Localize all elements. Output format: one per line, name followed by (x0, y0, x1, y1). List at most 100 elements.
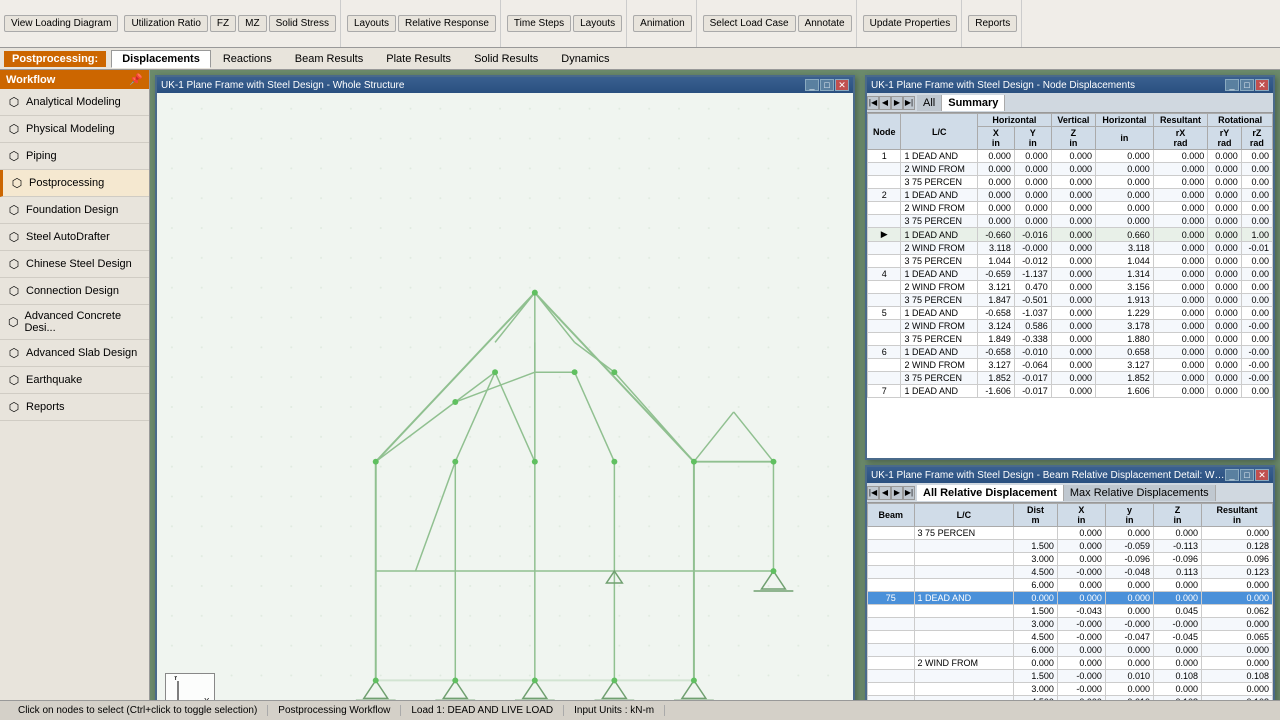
sidebar-item-earthquake[interactable]: ⬡ Earthquake (0, 367, 149, 394)
beam-disp-table-container[interactable]: Beam L/C Distm Xin yin Zin Resultantin 3… (867, 503, 1273, 708)
minimize-button[interactable]: _ (805, 79, 819, 91)
layouts-button[interactable]: Layouts (347, 15, 396, 32)
sidebar-item-advanced-slab[interactable]: ⬡ Advanced Slab Design (0, 340, 149, 367)
postprocessing-tab-bar: Postprocessing: Displacements Reactions … (0, 48, 1280, 70)
cell-rz: 0.00 (1241, 215, 1272, 228)
cell-node (868, 176, 901, 189)
bd-nav-first-button[interactable]: |◀ (867, 486, 879, 500)
col-res-in: in (1095, 127, 1153, 150)
cell-res: 0.000 (1202, 592, 1273, 605)
maximize-button[interactable]: □ (820, 79, 834, 91)
cell-z: 0.000 (1051, 202, 1095, 215)
cell-rz: -0.01 (1241, 242, 1272, 255)
col-x: Xin (1057, 504, 1105, 527)
col-z: Zin (1051, 127, 1095, 150)
tab-max-relative[interactable]: Max Relative Displacements (1064, 485, 1216, 501)
time-steps-button[interactable]: Time Steps (507, 15, 571, 32)
cell-z: 0.000 (1051, 294, 1095, 307)
annotate-button[interactable]: Annotate (798, 15, 852, 32)
relative-response-button[interactable]: Relative Response (398, 15, 496, 32)
nav-last-button[interactable]: ▶| (903, 96, 915, 110)
sidebar-item-reports[interactable]: ⬡ Reports (0, 394, 149, 421)
tab-all[interactable]: All (917, 95, 942, 111)
nav-prev-button[interactable]: ◀ (879, 96, 891, 110)
reports-button[interactable]: Reports (968, 15, 1017, 32)
sidebar-item-postprocessing[interactable]: ⬡ Postprocessing (0, 170, 149, 197)
cell-y: 0.000 (1014, 215, 1051, 228)
sidebar-item-chinese-steel-design[interactable]: ⬡ Chinese Steel Design (0, 251, 149, 278)
bd-nav-last-button[interactable]: ▶| (903, 486, 915, 500)
cell-y: 0.000 (1105, 592, 1153, 605)
postproc-label: Postprocessing: (4, 51, 106, 67)
bd-nav-next-button[interactable]: ▶ (891, 486, 903, 500)
nav-first-button[interactable]: |◀ (867, 96, 879, 110)
tab-beam-results[interactable]: Beam Results (284, 50, 374, 68)
tab-dynamics[interactable]: Dynamics (550, 50, 620, 68)
bd-minimize-button[interactable]: _ (1225, 469, 1239, 481)
sidebar-item-physical-modeling[interactable]: ⬡ Physical Modeling (0, 116, 149, 143)
node-disp-table-container[interactable]: Node L/C Horizontal Vertical Horizontal … (867, 113, 1273, 448)
cell-node (868, 163, 901, 176)
table-row: 1 1 DEAD AND 0.000 0.000 0.000 0.000 0.0… (868, 150, 1273, 163)
cell-rx: 0.000 (1153, 228, 1207, 242)
cell-x: -0.658 (977, 346, 1014, 359)
cell-dist: 6.000 (1014, 579, 1058, 592)
sidebar-item-advanced-concrete[interactable]: ⬡ Advanced Concrete Desi... (0, 305, 149, 340)
cell-y: 0.010 (1105, 670, 1153, 683)
nd-maximize-button[interactable]: □ (1240, 79, 1254, 91)
cell-beam (868, 644, 915, 657)
sidebar-header: Workflow 📌 (0, 70, 149, 89)
cell-z: 0.113 (1153, 566, 1201, 579)
beam-displacement-table: Beam L/C Distm Xin yin Zin Resultantin 3… (867, 503, 1273, 708)
cell-ry: 0.000 (1208, 385, 1241, 398)
cell-ry: 0.000 (1208, 294, 1241, 307)
nd-minimize-button[interactable]: _ (1225, 79, 1239, 91)
sidebar-item-foundation-design[interactable]: ⬡ Foundation Design (0, 197, 149, 224)
tab-summary[interactable]: Summary (942, 95, 1005, 111)
cell-x: -0.000 (1057, 683, 1105, 696)
animation-button[interactable]: Animation (633, 15, 691, 32)
sidebar-item-analytical-modeling[interactable]: ⬡ Analytical Modeling (0, 89, 149, 116)
cell-beam: 75 (868, 592, 915, 605)
tab-displacements[interactable]: Displacements (111, 50, 211, 68)
beam-displacement-window: UK-1 Plane Frame with Steel Design - Bea… (865, 465, 1275, 720)
cell-ry: 0.000 (1208, 215, 1241, 228)
cell-dist: 1.500 (1014, 540, 1058, 553)
solid-stress-button[interactable]: Solid Stress (269, 15, 336, 32)
view-loading-diagram-button[interactable]: View Loading Diagram (4, 15, 118, 32)
bd-nav-prev-button[interactable]: ◀ (879, 486, 891, 500)
beam-panel-nav: |◀ ◀ ▶ ▶| (867, 486, 915, 500)
cell-node (868, 294, 901, 307)
close-button[interactable]: ✕ (835, 79, 849, 91)
update-properties-button[interactable]: Update Properties (863, 15, 958, 32)
cell-rz: -0.00 (1241, 372, 1272, 385)
status-load: Load 1: DEAD AND LIVE LOAD (401, 705, 564, 716)
tab-plate-results[interactable]: Plate Results (375, 50, 462, 68)
cell-x: 0.000 (1057, 644, 1105, 657)
cell-res: 0.000 (1202, 644, 1273, 657)
tab-solid-results[interactable]: Solid Results (463, 50, 549, 68)
toolbar-section-reports: Reports (964, 0, 1022, 47)
sidebar-item-steel-autodrafter[interactable]: ⬡ Steel AutoDrafter (0, 224, 149, 251)
viewport-content[interactable]: X Y Load 1 - Displacement (157, 93, 853, 720)
utilization-ratio-button[interactable]: Utilization Ratio (124, 15, 207, 32)
tab-all-relative[interactable]: All Relative Displacement (917, 485, 1064, 501)
sidebar-item-connection-design[interactable]: ⬡ Connection Design (0, 278, 149, 305)
cell-x: 0.000 (977, 189, 1014, 202)
nav-next-button[interactable]: ▶ (891, 96, 903, 110)
cell-x: -1.606 (977, 385, 1014, 398)
bd-close-button[interactable]: ✕ (1255, 469, 1269, 481)
cell-res: 3.156 (1095, 281, 1153, 294)
mz-button[interactable]: MZ (238, 15, 266, 32)
cell-lc: 1 DEAD AND (901, 228, 978, 242)
nd-close-button[interactable]: ✕ (1255, 79, 1269, 91)
fz-button[interactable]: FZ (210, 15, 236, 32)
layouts2-button[interactable]: Layouts (573, 15, 622, 32)
piping-icon: ⬡ (6, 148, 22, 164)
sidebar-item-piping[interactable]: ⬡ Piping (0, 143, 149, 170)
tab-reactions[interactable]: Reactions (212, 50, 283, 68)
table-row: 3 75 PERCEN 1.849 -0.338 0.000 1.880 0.0… (868, 333, 1273, 346)
select-load-case-button[interactable]: Select Load Case (703, 15, 796, 32)
cell-rz: 0.00 (1241, 294, 1272, 307)
bd-maximize-button[interactable]: □ (1240, 469, 1254, 481)
